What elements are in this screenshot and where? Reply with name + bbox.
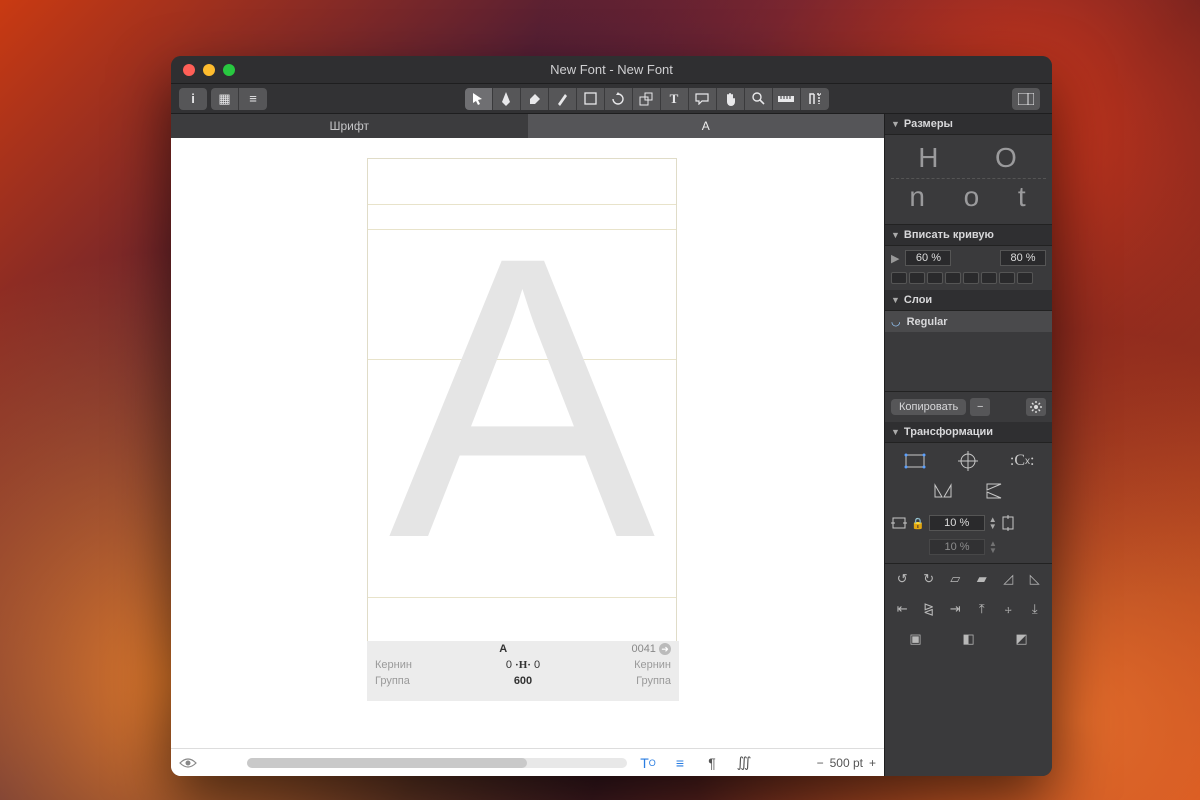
fit-high-input[interactable] <box>1000 250 1046 266</box>
erase-tool[interactable] <box>521 88 549 110</box>
skew-r-icon[interactable]: ▰ <box>971 570 994 588</box>
scale-stepper-2: ▲▼ <box>989 540 997 554</box>
fit-low-input[interactable] <box>905 250 951 266</box>
glyph-name: A <box>499 643 507 655</box>
app-window: New Font - New Font i ▦ ≡ <box>171 56 1052 776</box>
lock-icon[interactable]: 🔒 <box>911 517 925 530</box>
info-button[interactable]: i <box>179 88 207 110</box>
left-group-label: Группа <box>375 675 410 687</box>
rotate-ccw-icon[interactable]: ↺ <box>891 570 914 588</box>
flip-h-icon[interactable] <box>891 479 1046 503</box>
layer-row-regular[interactable]: ◡ Regular <box>885 311 1052 332</box>
layer-visibility-icon[interactable]: ◡ <box>891 315 901 328</box>
panel-transforms-header[interactable]: ▼Трансформации <box>885 422 1052 443</box>
scale-stepper-1[interactable]: ▲▼ <box>989 516 997 530</box>
glyph-unicode: 0041 <box>631 643 655 655</box>
pencil-tool[interactable] <box>549 88 577 110</box>
glyph-canvas[interactable]: A A 0041 ➜ Кернин 0 <box>171 138 884 748</box>
bool-intersect-icon[interactable]: ◩ <box>997 630 1046 648</box>
sidebar-toggle[interactable] <box>1012 88 1040 110</box>
unicode-nav-icon[interactable]: ➜ <box>659 643 671 655</box>
mirror-h-icon[interactable] <box>891 449 939 473</box>
rotate-cw-icon[interactable]: ↻ <box>918 570 941 588</box>
grid-view-button[interactable]: ▦ <box>211 88 239 110</box>
bottom-bar: TO ≡ ¶ ∭ − 500 pt + <box>171 748 884 776</box>
draw-tool[interactable] <box>493 88 521 110</box>
skew-l-icon[interactable]: ▱ <box>944 570 967 588</box>
right-sidebar: ▼Размеры HO not ▼Вписать кривую ▶ ▼Слои … <box>884 114 1052 776</box>
bool-subtract-icon[interactable]: ◧ <box>944 630 993 648</box>
hand-tool[interactable] <box>717 88 745 110</box>
zoom-value[interactable]: 500 pt <box>830 756 863 770</box>
stroke-tool[interactable] <box>801 88 829 110</box>
align-center-icon[interactable] <box>945 449 993 473</box>
titlebar: New Font - New Font <box>171 56 1052 84</box>
right-group-label: Группа <box>636 675 671 687</box>
annotation-tool[interactable] <box>689 88 717 110</box>
scale-input-2 <box>929 539 985 555</box>
minimize-button[interactable] <box>203 64 215 76</box>
align-top-icon[interactable]: ⤒ <box>971 600 994 618</box>
fit-segments[interactable] <box>885 270 1052 290</box>
features-button[interactable]: TO <box>637 753 659 773</box>
zoom-tool[interactable] <box>745 88 773 110</box>
preview-eye-icon[interactable] <box>179 757 197 769</box>
measure-tool[interactable] <box>773 88 801 110</box>
columns-button[interactable]: ∭ <box>733 753 755 773</box>
metrics-strip: A 0041 ➜ Кернин 0 ·H· 0 Кернин <box>367 641 679 701</box>
align-bottom-icon[interactable]: ⤓ <box>1024 600 1047 618</box>
panel-layers-header[interactable]: ▼Слои <box>885 290 1052 311</box>
layer-settings-button[interactable] <box>1026 398 1046 416</box>
skew-u-icon[interactable]: ◿ <box>997 570 1020 588</box>
glyph-preview: A <box>368 199 676 596</box>
cursify-icon[interactable]: :Cx: <box>998 449 1046 473</box>
scale-h-icon[interactable] <box>891 511 907 535</box>
primitive-tool[interactable] <box>577 88 605 110</box>
align-right-icon[interactable]: ⇥ <box>944 600 967 618</box>
align-hcenter-icon[interactable]: ⧎ <box>918 600 941 618</box>
toolbar: i ▦ ≡ <box>171 84 1052 114</box>
rotate-tool[interactable] <box>605 88 633 110</box>
scale-tool[interactable] <box>633 88 661 110</box>
tab-font[interactable]: Шрифт <box>171 114 528 138</box>
window-title: New Font - New Font <box>171 62 1052 77</box>
glyph-width[interactable]: 600 <box>514 675 532 687</box>
bool-union-icon[interactable]: ▣ <box>891 630 940 648</box>
panel-sizes-header[interactable]: ▼Размеры <box>885 114 1052 135</box>
scale-input-1[interactable] <box>929 515 985 531</box>
copy-layer-button[interactable]: Копировать <box>891 399 966 415</box>
list-view-button[interactable]: ≡ <box>239 88 267 110</box>
close-button[interactable] <box>183 64 195 76</box>
left-sidebearing[interactable]: 0 <box>506 659 512 671</box>
dimensions-preview[interactable]: HO not <box>885 135 1052 225</box>
right-kerning-label: Кернин <box>634 659 671 671</box>
horizontal-scrollbar[interactable] <box>247 758 627 768</box>
select-tool[interactable] <box>465 88 493 110</box>
align-left-icon[interactable]: ⇤ <box>891 600 914 618</box>
zoom-out-button[interactable]: − <box>817 756 824 770</box>
scale-v-icon[interactable] <box>1001 511 1015 535</box>
remove-layer-button[interactable]: − <box>970 398 990 416</box>
right-sidebearing[interactable]: 0 <box>534 659 540 671</box>
skew-d-icon[interactable]: ◺ <box>1024 570 1047 588</box>
zoom-in-button[interactable]: + <box>869 756 876 770</box>
text-tool[interactable]: T <box>661 88 689 110</box>
layer-name: Regular <box>907 316 948 328</box>
align-left-icon[interactable]: ≡ <box>669 753 691 773</box>
tab-glyph[interactable]: A <box>528 114 885 138</box>
left-kerning-label: Кернин <box>375 659 412 671</box>
zoom-button[interactable] <box>223 64 235 76</box>
editor-pane: Шрифт A A A 0041 ➜ <box>171 114 884 776</box>
ltr-button[interactable]: ¶ <box>701 753 723 773</box>
panel-fitcurve-header[interactable]: ▼Вписать кривую <box>885 225 1052 246</box>
align-vcenter-icon[interactable]: ⧾ <box>997 600 1020 618</box>
